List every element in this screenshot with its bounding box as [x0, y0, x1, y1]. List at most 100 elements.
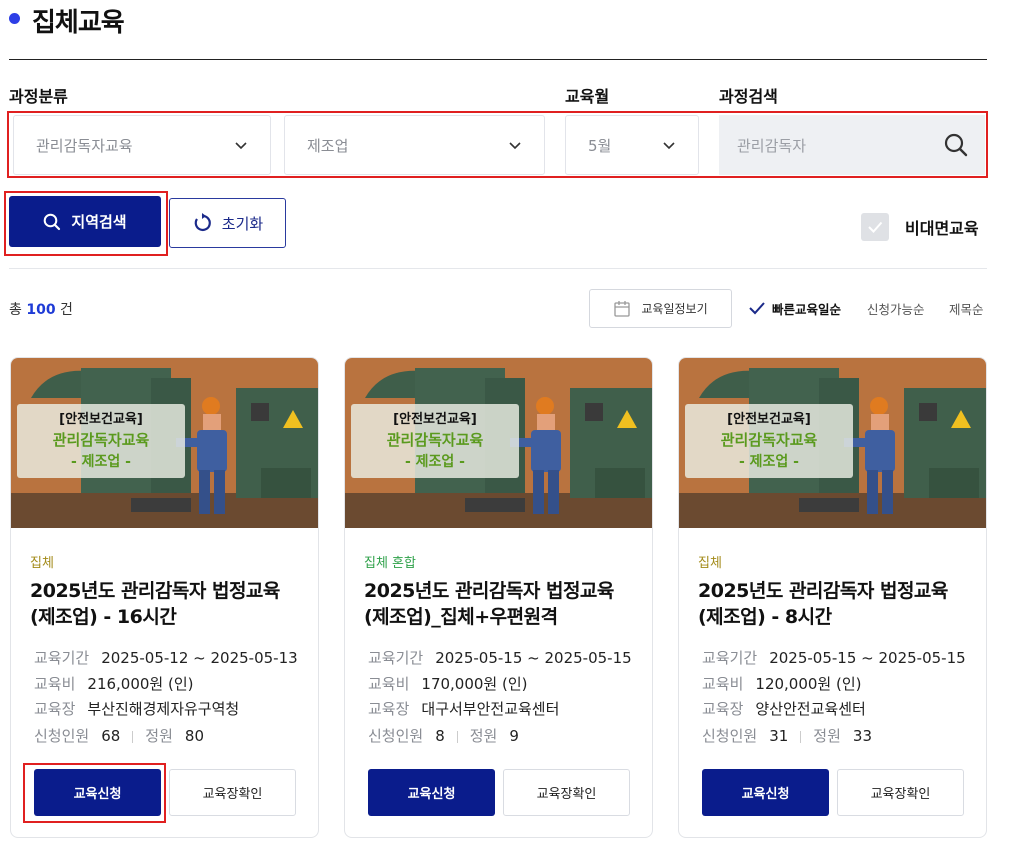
- course-type-badge: 집체: [698, 556, 722, 571]
- applicants-key: 신청인원: [34, 727, 90, 745]
- course-thumbnail: [안전보건교육] 관리감독자교육 - 제조업 -: [11, 358, 318, 528]
- period-key: 교육기간: [702, 649, 758, 667]
- fee-key: 교육비: [34, 675, 76, 693]
- capacity-value: 33: [852, 727, 872, 745]
- apply-button[interactable]: 교육신청: [368, 769, 495, 816]
- applicants-value: 68: [101, 727, 121, 745]
- reset-button[interactable]: 초기화: [169, 198, 286, 248]
- capacity-value: 9: [509, 727, 519, 745]
- course-banner: [안전보건교육] 관리감독자교육 - 제조업 -: [17, 404, 185, 478]
- schedule-view-button[interactable]: 교육일정보기: [589, 289, 732, 328]
- course-title[interactable]: 2025년도 관리감독자 법정교육 (제조업)_집체+우편원격: [364, 578, 644, 630]
- capacity-key: 정원: [145, 727, 173, 745]
- total-suffix: 건: [60, 302, 73, 318]
- total-number: 100: [26, 302, 56, 318]
- course-card[interactable]: [안전보건교육] 관리감독자교육 - 제조업 - 집체 혼합 2025년도 관리…: [344, 357, 653, 838]
- course-venue: 교육장 양산안전교육센터: [702, 698, 866, 719]
- course-fee: 교육비 216,000원 (인): [34, 673, 194, 694]
- venue-value: 부산진해경제자유구역청: [87, 700, 240, 718]
- course-venue: 교육장 대구서부안전교육센터: [368, 698, 559, 719]
- course-title-line1: 2025년도 관리감독자 법정교육: [698, 580, 948, 602]
- title-divider: [9, 59, 987, 60]
- sort-available[interactable]: 신청가능순: [867, 299, 925, 318]
- course-fee: 교육비 170,000원 (인): [368, 673, 528, 694]
- info-separator: [456, 730, 458, 743]
- page-title: 집체교육: [32, 8, 125, 38]
- section-divider: [9, 268, 987, 269]
- banner-course: 관리감독자교육: [52, 431, 150, 449]
- course-title-line2: (제조업) - 16시간: [30, 606, 177, 628]
- course-card[interactable]: [안전보건교육] 관리감독자교육 - 제조업 - 집체 2025년도 관리감독자…: [678, 357, 987, 838]
- applicants-key: 신청인원: [702, 727, 758, 745]
- course-venue: 교육장 부산진해경제자유구역청: [34, 698, 239, 719]
- sort-earliest[interactable]: 빠른교육일순: [772, 299, 841, 318]
- capacity-key: 정원: [813, 727, 841, 745]
- applicants-key: 신청인원: [368, 727, 424, 745]
- banner-tag: [안전보건교육]: [727, 412, 811, 427]
- course-fee: 교육비 120,000원 (인): [702, 673, 862, 694]
- check-icon: [868, 221, 883, 233]
- search-label: 과정검색: [719, 87, 778, 106]
- apply-button-highlight-box: [23, 763, 166, 823]
- venue-key: 교육장: [34, 700, 76, 718]
- course-banner: [안전보건교육] 관리감독자교육 - 제조업 -: [351, 404, 519, 478]
- filter-highlight-box: [7, 111, 988, 178]
- venue-key: 교육장: [368, 700, 410, 718]
- applicants-value: 8: [435, 727, 445, 745]
- title-bullet: [9, 13, 20, 24]
- total-prefix: 총: [9, 302, 22, 318]
- venue-value: 양산안전교육센터: [755, 700, 866, 718]
- course-title-line1: 2025년도 관리감독자 법정교육: [30, 580, 280, 602]
- fee-key: 교육비: [368, 675, 410, 693]
- refresh-icon: [194, 213, 211, 232]
- category-label: 과정분류: [9, 87, 68, 106]
- course-period: 교육기간 2025-05-12 ~ 2025-05-13: [34, 647, 298, 668]
- capacity-key: 정원: [469, 727, 498, 745]
- banner-tag: [안전보건교육]: [393, 412, 477, 427]
- month-label: 교육월: [565, 87, 610, 106]
- course-type-badge: 집체 혼합: [364, 556, 416, 571]
- course-capacity: 신청인원 31 정원 33: [702, 725, 872, 746]
- course-title[interactable]: 2025년도 관리감독자 법정교육 (제조업) - 16시간: [30, 578, 310, 630]
- region-button-highlight-box: [4, 191, 168, 256]
- venue-check-button[interactable]: 교육장확인: [837, 769, 964, 816]
- banner-industry: - 제조업 -: [70, 454, 131, 470]
- course-title-line2: (제조업)_집체+우편원격: [364, 606, 558, 628]
- banner-industry: - 제조업 -: [404, 454, 465, 470]
- course-title[interactable]: 2025년도 관리감독자 법정교육 (제조업) - 8시간: [698, 578, 978, 630]
- venue-check-button[interactable]: 교육장확인: [169, 769, 296, 816]
- info-separator: [132, 730, 134, 743]
- course-thumbnail: [안전보건교육] 관리감독자교육 - 제조업 -: [345, 358, 652, 528]
- course-capacity: 신청인원 68 정원 80: [34, 725, 204, 746]
- course-title-line1: 2025년도 관리감독자 법정교육: [364, 580, 614, 602]
- calendar-icon: [614, 300, 631, 317]
- total-count: 총 100 건: [9, 299, 73, 319]
- course-period: 교육기간 2025-05-15 ~ 2025-05-15: [368, 647, 632, 668]
- sort-title[interactable]: 제목순: [949, 299, 984, 318]
- fee-value: 170,000원 (인): [421, 675, 528, 693]
- banner-tag: [안전보건교육]: [59, 412, 143, 427]
- banner-course: 관리감독자교육: [386, 431, 484, 449]
- apply-button[interactable]: 교육신청: [702, 769, 829, 816]
- course-title-line2: (제조업) - 8시간: [698, 606, 832, 628]
- period-key: 교육기간: [368, 649, 424, 667]
- venue-key: 교육장: [702, 700, 744, 718]
- course-capacity: 신청인원 8 정원 9: [368, 725, 519, 746]
- venue-check-button[interactable]: 교육장확인: [503, 769, 630, 816]
- offline-checkbox-label[interactable]: 비대면교육: [905, 215, 979, 239]
- capacity-value: 80: [184, 727, 204, 745]
- course-period: 교육기간 2025-05-15 ~ 2025-05-15: [702, 647, 966, 668]
- course-type-badge: 집체: [30, 556, 54, 571]
- period-value: 2025-05-12 ~ 2025-05-13: [101, 649, 298, 667]
- period-key: 교육기간: [34, 649, 90, 667]
- schedule-view-label: 교육일정보기: [641, 302, 708, 316]
- applicants-value: 31: [769, 727, 789, 745]
- period-value: 2025-05-15 ~ 2025-05-15: [769, 649, 966, 667]
- fee-value: 216,000원 (인): [87, 675, 194, 693]
- offline-checkbox[interactable]: [861, 213, 889, 241]
- course-banner: [안전보건교육] 관리감독자교육 - 제조업 -: [685, 404, 853, 478]
- banner-course: 관리감독자교육: [720, 431, 818, 449]
- check-icon: [749, 302, 765, 315]
- banner-industry: - 제조업 -: [738, 454, 799, 470]
- period-value: 2025-05-15 ~ 2025-05-15: [435, 649, 632, 667]
